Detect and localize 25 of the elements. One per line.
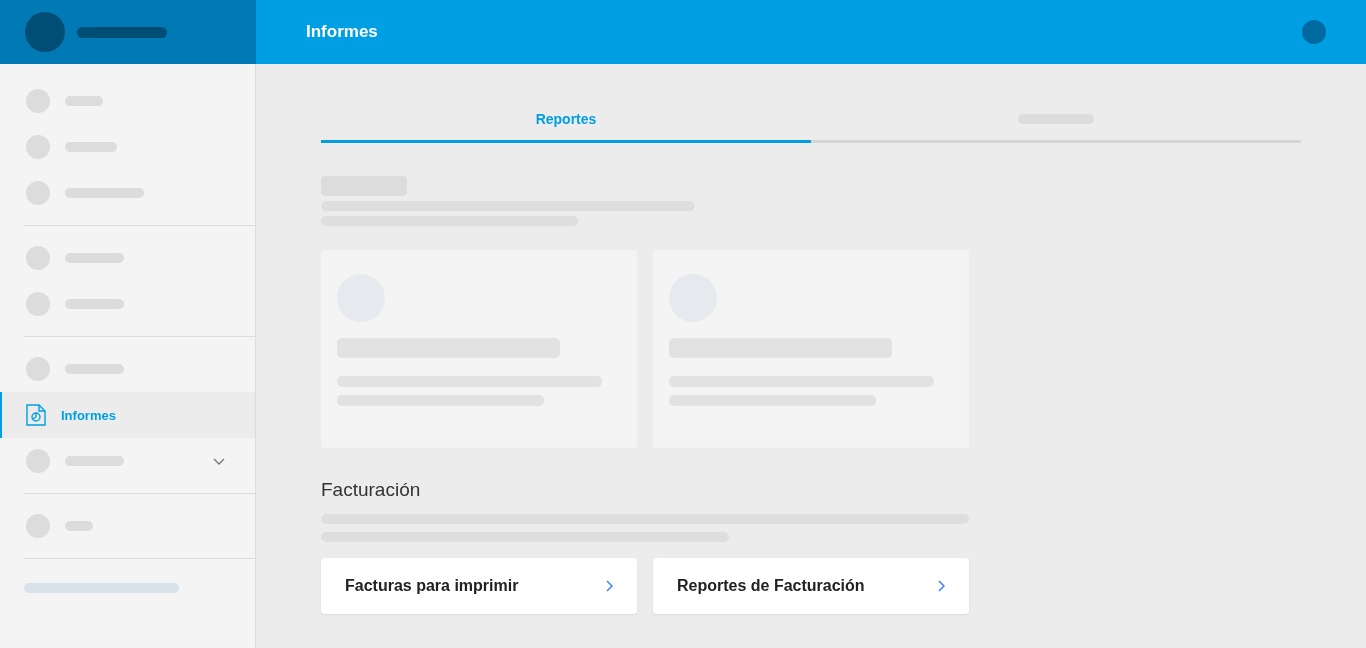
chevron-down-icon[interactable]	[213, 457, 225, 465]
logo-icon	[25, 12, 65, 52]
skeleton-bar	[65, 521, 93, 531]
avatar-icon[interactable]	[1302, 20, 1326, 44]
section-title: Facturación	[321, 479, 422, 501]
skeleton-bar	[65, 456, 124, 466]
chevron-right-icon	[938, 580, 945, 592]
skeleton-circle	[26, 135, 50, 159]
skeleton-bar	[65, 142, 117, 152]
skeleton-circle	[26, 246, 50, 270]
skeleton-circle	[26, 89, 50, 113]
skeleton-circle	[26, 357, 50, 381]
skeleton-bar	[65, 253, 124, 263]
link-card[interactable]: Facturas para imprimir	[321, 558, 637, 614]
skeleton-bar	[65, 299, 124, 309]
report-icon	[26, 404, 46, 426]
page-title: Informes	[306, 22, 378, 42]
link-card[interactable]: Reportes de Facturación	[653, 558, 969, 614]
skeleton-circle	[26, 292, 50, 316]
skeleton-circle	[26, 449, 50, 473]
chevron-right-icon	[606, 580, 613, 592]
skeleton-bar	[65, 364, 124, 374]
skeleton-circle	[26, 181, 50, 205]
skeleton-circle	[26, 514, 50, 538]
skeleton-bar	[65, 96, 103, 106]
